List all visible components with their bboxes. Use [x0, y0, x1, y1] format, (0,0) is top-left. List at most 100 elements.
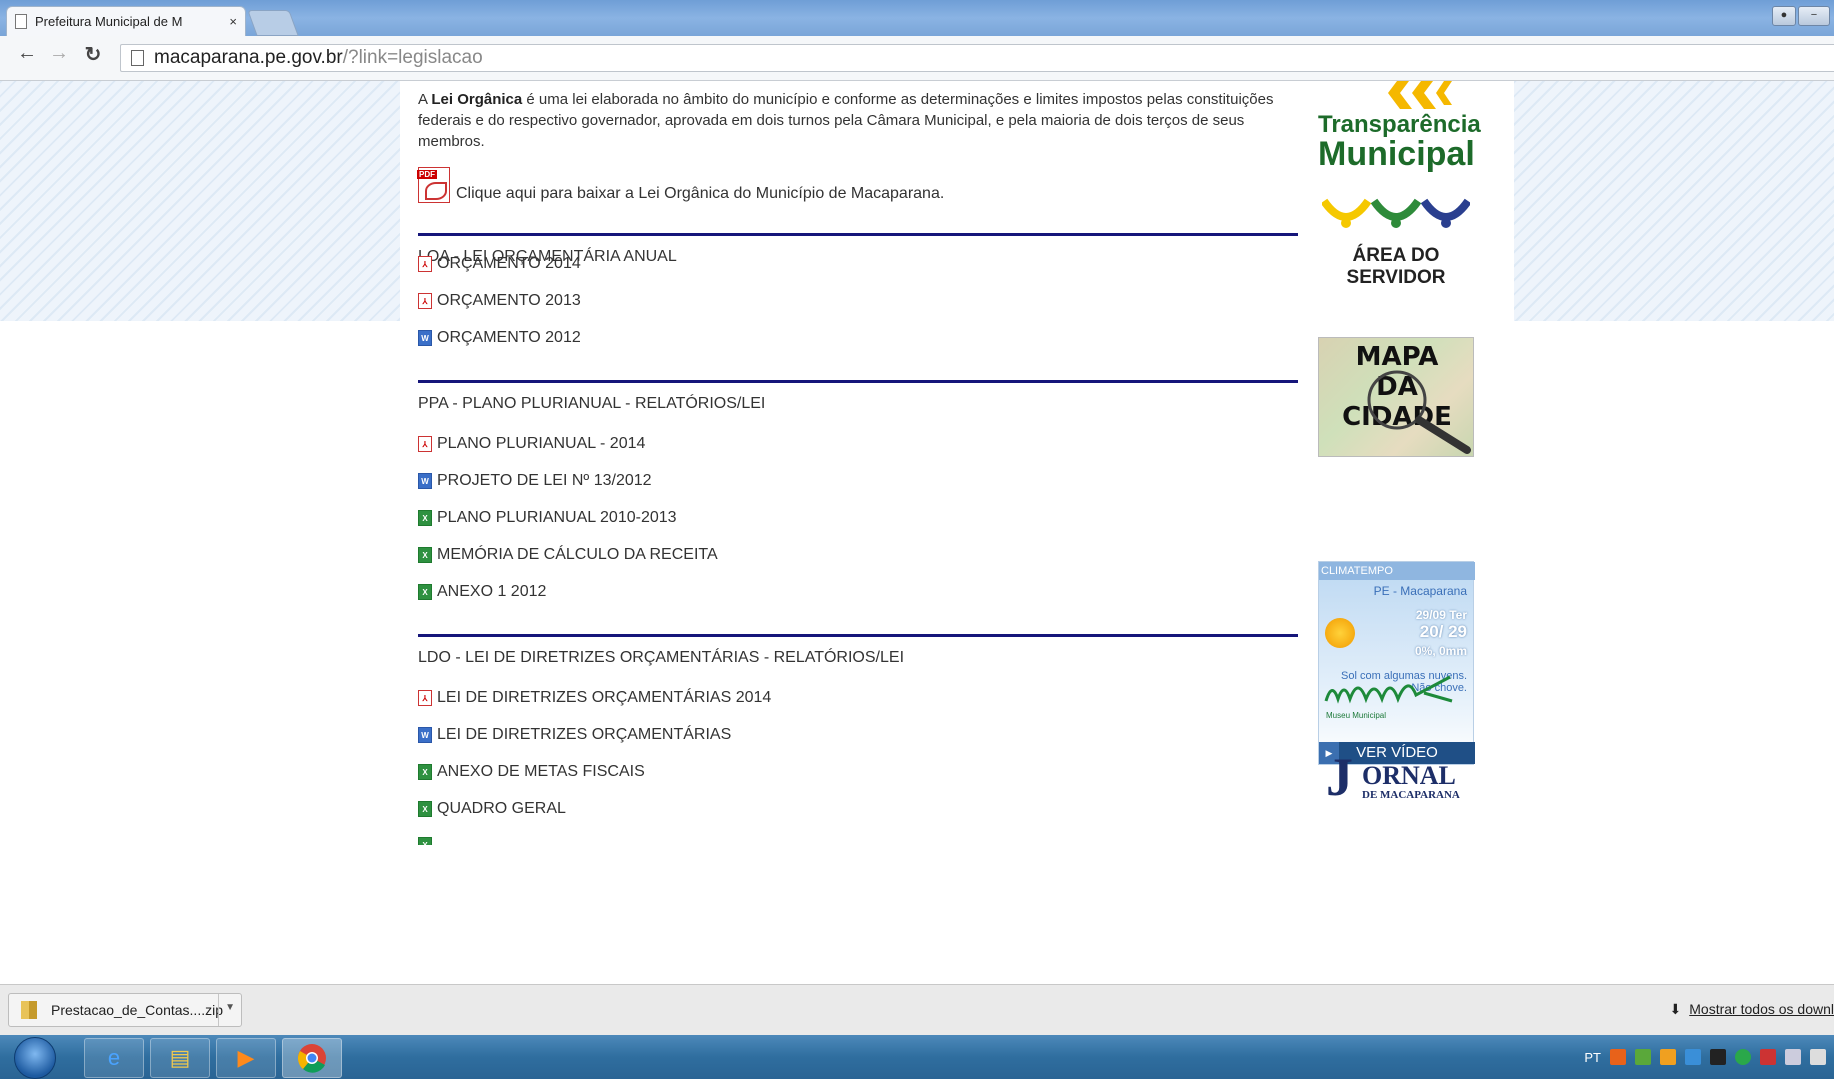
- doc-link[interactable]: W LEI DE DIRETRIZES ORÇAMENTÁRIAS: [418, 726, 731, 744]
- right-background-pattern: [1514, 81, 1834, 321]
- excel-doc-icon: X: [418, 837, 432, 845]
- area-servidor-banner[interactable]: ÁREA DO SERVIDOR: [1318, 193, 1474, 288]
- servidor-logo-icon: [1322, 198, 1470, 228]
- volume-icon[interactable]: [1810, 1049, 1826, 1065]
- doc-label[interactable]: ORÇAMENTO 2012: [437, 329, 581, 347]
- pdf-icon: ⅄: [418, 690, 432, 706]
- doc-label[interactable]: LEI DE DIRETRIZES ORÇAMENTÁRIAS: [437, 726, 731, 744]
- doc-link[interactable]: X PLANO PLURIANUAL 2010-2013: [418, 509, 677, 527]
- jornal-initial: J: [1326, 747, 1353, 807]
- address-bar[interactable]: macaparana.pe.gov.br/?link=legislacao: [120, 44, 1834, 72]
- climatempo-widget[interactable]: CLIMATEMPO PE - Macaparana 29/09 Ter 20/…: [1318, 561, 1475, 765]
- mapa-cidade-banner[interactable]: MAPA DA CIDADE: [1318, 337, 1474, 457]
- doc-label[interactable]: ANEXO DE METAS FISCAIS: [437, 763, 645, 781]
- show-all-downloads-link[interactable]: ⬇ Mostrar todos os downl: [1670, 1001, 1834, 1018]
- lei-organica-download-link[interactable]: Clique aqui para baixar a Lei Orgânica d…: [417, 167, 944, 203]
- back-icon[interactable]: ←: [14, 42, 40, 65]
- download-shelf: Prestacao_de_Contas....zip ▼ ⬇ Mostrar to…: [0, 984, 1834, 1035]
- section-ldo: LDO - LEI DE DIRETRIZES ORÇAMENTÁRIAS - …: [418, 634, 1298, 667]
- download-arrow-icon: ⬇: [1669, 1001, 1682, 1017]
- language-indicator[interactable]: PT: [1584, 1050, 1601, 1065]
- tab-title: Prefeitura Municipal de M: [35, 14, 183, 29]
- word-doc-icon: W: [418, 727, 432, 743]
- zip-file-icon: [21, 1001, 37, 1019]
- museu-municipal-banner[interactable]: Museu Municipal: [1318, 671, 1474, 727]
- browser-toolbar: ← → ↻ macaparana.pe.gov.br/?link=legisla…: [0, 36, 1834, 81]
- weather-date: 29/09 Ter: [1415, 608, 1467, 622]
- tray-app-icon[interactable]: [1610, 1049, 1626, 1065]
- internet-explorer-icon[interactable]: e: [84, 1038, 144, 1078]
- section-title: PPA - PLANO PLURIANUAL - RELATÓRIOS/LEI: [418, 395, 766, 412]
- chevron-down-icon[interactable]: ▼: [225, 1002, 235, 1013]
- tray-app-icon[interactable]: [1635, 1049, 1651, 1065]
- pdf-icon: ⅄: [418, 256, 432, 272]
- section-ppa: PPA - PLANO PLURIANUAL - RELATÓRIOS/LEI: [418, 380, 1298, 413]
- shield-icon[interactable]: [1735, 1049, 1751, 1065]
- download-link-text[interactable]: Clique aqui para baixar a Lei Orgânica d…: [456, 185, 944, 203]
- jornal-macaparana-banner[interactable]: J ORNAL DE MACAPARANA: [1318, 747, 1474, 807]
- pdf-icon: ⅄: [418, 436, 432, 452]
- excel-doc-icon: X: [418, 584, 432, 600]
- tray-app-icon[interactable]: [1710, 1049, 1726, 1065]
- doc-label[interactable]: LEI DE DIRETRIZES ORÇAMENTÁRIAS 2014: [437, 689, 771, 707]
- windows-taskbar: e ▤ ▶ PT: [0, 1035, 1834, 1079]
- doc-label[interactable]: QUADRO GERAL: [437, 800, 566, 818]
- doc-link[interactable]: W PROJETO DE LEI Nº 13/2012: [418, 472, 652, 490]
- doc-link[interactable]: ⅄ LEI DE DIRETRIZES ORÇAMENTÁRIAS 2014: [418, 689, 771, 707]
- doc-label[interactable]: PLANO PLURIANUAL 2010-2013: [437, 509, 677, 527]
- word-doc-icon: W: [418, 473, 432, 489]
- doc-link[interactable]: X ANEXO 1 2012: [418, 583, 546, 601]
- browser-tab[interactable]: Prefeitura Municipal de M ×: [6, 6, 246, 36]
- pdf-icon: [417, 167, 450, 203]
- chrome-icon[interactable]: [282, 1038, 342, 1078]
- left-background-pattern: [0, 81, 400, 321]
- transparencia-line2: Municipal: [1318, 135, 1475, 173]
- action-center-flag-icon[interactable]: [1760, 1049, 1776, 1065]
- doc-label[interactable]: ANEXO 1 2012: [437, 583, 546, 601]
- page-icon: [15, 14, 27, 29]
- doc-link[interactable]: ⅄ ORÇAMENTO 2013: [418, 292, 581, 310]
- servidor-label: ÁREA DO SERVIDOR: [1346, 245, 1446, 288]
- doc-link[interactable]: X MEMÓRIA DE CÁLCULO DA RECEITA: [418, 546, 718, 564]
- tab-close-icon[interactable]: ×: [229, 14, 237, 29]
- tray-app-icon[interactable]: [1685, 1049, 1701, 1065]
- download-item[interactable]: Prestacao_de_Contas....zip ▼: [8, 993, 242, 1027]
- sun-cloud-icon: [1325, 618, 1355, 648]
- tray-app-icon[interactable]: [1660, 1049, 1676, 1065]
- intro-text: é uma lei elaborada no âmbito do municíp…: [418, 91, 1274, 150]
- section-title: LDO - LEI DE DIRETRIZES ORÇAMENTÁRIAS - …: [418, 649, 905, 666]
- doc-link[interactable]: W ORÇAMENTO 2012: [418, 329, 581, 347]
- doc-label[interactable]: MEMÓRIA DE CÁLCULO DA RECEITA: [437, 546, 718, 564]
- minimize-button[interactable]: −: [1798, 6, 1830, 26]
- divider: [218, 994, 219, 1026]
- doc-label[interactable]: PROJETO DE LEI Nº 13/2012: [437, 472, 652, 490]
- user-icon[interactable]: ●: [1772, 6, 1796, 26]
- network-icon[interactable]: [1785, 1049, 1801, 1065]
- doc-label[interactable]: ORÇAMENTO 2014: [437, 255, 581, 273]
- file-explorer-icon[interactable]: ▤: [150, 1038, 210, 1078]
- doc-label[interactable]: PLANO PLURIANUAL - 2014: [437, 435, 645, 453]
- transparencia-logo-icon: [1388, 81, 1452, 109]
- doc-link[interactable]: ⅄ PLANO PLURIANUAL - 2014: [418, 435, 645, 453]
- reload-icon[interactable]: ↻: [80, 42, 106, 67]
- doc-link[interactable]: X ANEXO DE METAS FISCAIS: [418, 763, 645, 781]
- media-player-icon[interactable]: ▶: [216, 1038, 276, 1078]
- new-tab-button[interactable]: [247, 10, 299, 36]
- intro-bold: Lei Orgânica: [431, 91, 523, 108]
- doc-link[interactable]: ⅄ ORÇAMENTO 2014: [418, 255, 581, 273]
- download-filename[interactable]: Prestacao_de_Contas....zip: [51, 1002, 223, 1018]
- doc-label[interactable]: ORÇAMENTO 2013: [437, 292, 581, 310]
- jornal-title: ORNAL: [1362, 761, 1456, 790]
- intro-prefix: A: [418, 91, 432, 108]
- doc-link[interactable]: X QUADRO GERAL: [418, 800, 566, 818]
- start-button[interactable]: [14, 1037, 56, 1079]
- magnifier-icon: [1367, 370, 1471, 454]
- show-all-label[interactable]: Mostrar todos os downl: [1689, 1001, 1834, 1017]
- climatempo-brand: CLIMATEMPO: [1319, 562, 1475, 580]
- museu-caption: Museu Municipal: [1326, 711, 1387, 720]
- page-info-icon[interactable]: [131, 50, 144, 66]
- transparencia-banner[interactable]: Transparência Municipal: [1318, 81, 1481, 181]
- forward-icon[interactable]: →: [46, 42, 72, 65]
- weather-location: PE - Macaparana: [1373, 584, 1467, 598]
- doc-link-cut-off[interactable]: X: [418, 837, 437, 845]
